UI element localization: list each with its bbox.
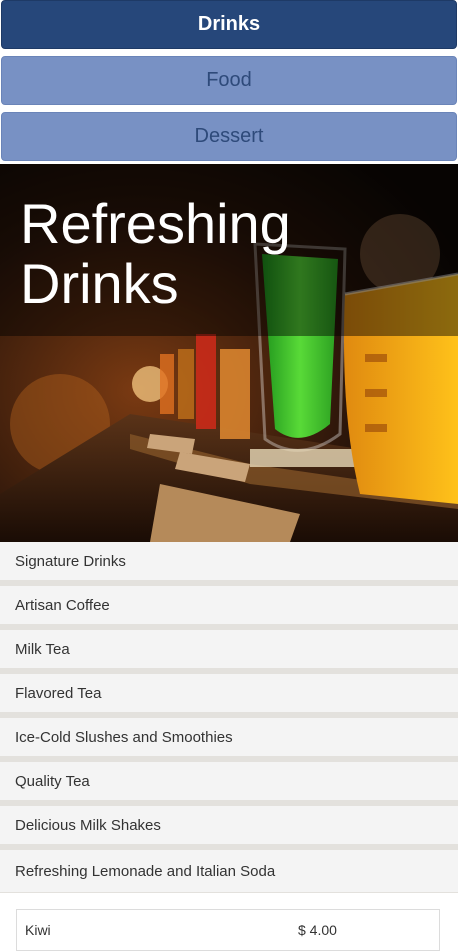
category-milk-tea[interactable]: Milk Tea xyxy=(0,630,458,674)
table-row[interactable]: Kiwi $ 4.00 xyxy=(17,910,440,951)
category-quality-tea[interactable]: Quality Tea xyxy=(0,762,458,806)
item-price: $ 4.00 xyxy=(298,922,337,938)
tab-dessert[interactable]: Dessert xyxy=(1,112,457,161)
item-name: Kiwi xyxy=(25,922,51,938)
category-slushes-smoothies[interactable]: Ice-Cold Slushes and Smoothies xyxy=(0,718,458,762)
category-list: Signature Drinks Artisan Coffee Milk Tea… xyxy=(0,542,458,893)
items-table: Kiwi $ 4.00 xyxy=(16,909,440,951)
category-milk-shakes[interactable]: Delicious Milk Shakes xyxy=(0,806,458,850)
menu-tabs: Drinks Food Dessert xyxy=(0,0,458,161)
tab-drinks[interactable]: Drinks xyxy=(1,0,457,49)
category-signature-drinks[interactable]: Signature Drinks xyxy=(0,542,458,586)
hero-banner: Refreshing Drinks xyxy=(0,164,458,542)
category-flavored-tea[interactable]: Flavored Tea xyxy=(0,674,458,718)
category-items-panel: Kiwi $ 4.00 xyxy=(0,893,458,951)
category-artisan-coffee[interactable]: Artisan Coffee xyxy=(0,586,458,630)
hero-title: Refreshing Drinks xyxy=(20,192,291,315)
category-lemonade-italian-soda[interactable]: Refreshing Lemonade and Italian Soda xyxy=(0,850,458,893)
tab-food[interactable]: Food xyxy=(1,56,457,105)
